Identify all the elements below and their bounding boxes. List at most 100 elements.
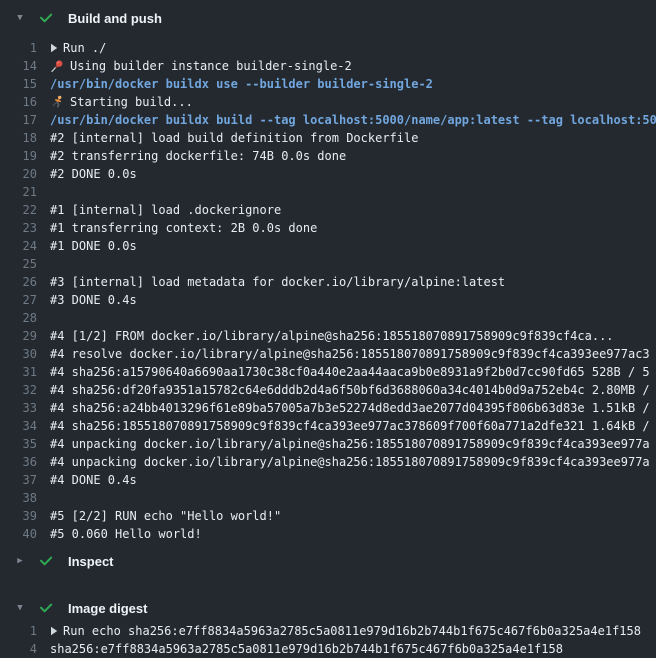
log-section-inspect: ▶ Inspect — [0, 547, 656, 575]
log-line: 26#3 [internal] load metadata for docker… — [0, 273, 656, 291]
line-number[interactable]: 1 — [0, 622, 37, 640]
log-line: 22#1 [internal] load .dockerignore — [0, 201, 656, 219]
log-section-image-digest: ▼ Image digest 1Run echo sha256:e7ff8834a5… — [0, 594, 656, 658]
log-text: #1 DONE 0.0s — [37, 237, 656, 255]
log-line: 31#4 sha256:a15790640a6690aa1730c38cf0a4… — [0, 363, 656, 381]
step-title-inspect: Inspect — [68, 554, 114, 569]
log-line: 27#3 DONE 0.4s — [0, 291, 656, 309]
log-text: #2 transferring dockerfile: 74B 0.0s don… — [37, 147, 656, 165]
line-number[interactable]: 40 — [0, 525, 37, 543]
log-line: 40#5 0.060 Hello world! — [0, 525, 656, 543]
log-text: #2 [internal] load build definition from… — [37, 129, 656, 147]
log-text: Starting build... — [37, 93, 656, 111]
workflow-log-viewer: ▼Build and push1Run ./14Using builder in… — [0, 0, 656, 658]
log-line: 35#4 unpacking docker.io/library/alpine@… — [0, 435, 656, 453]
line-number[interactable]: 39 — [0, 507, 37, 525]
pushpin-icon — [50, 59, 70, 73]
log-text: #3 [internal] load metadata for docker.i… — [37, 273, 656, 291]
line-number[interactable]: 32 — [0, 381, 37, 399]
log-line: 1Run ./ — [0, 39, 656, 57]
line-number[interactable]: 33 — [0, 399, 37, 417]
line-number[interactable]: 21 — [0, 183, 37, 201]
log-command-text: /usr/bin/docker buildx build --tag local… — [37, 111, 656, 129]
log-line: 36#4 unpacking docker.io/library/alpine@… — [0, 453, 656, 471]
line-number[interactable]: 34 — [0, 417, 37, 435]
line-number[interactable]: 15 — [0, 75, 37, 93]
log-text — [37, 183, 656, 201]
log-text: #4 resolve docker.io/library/alpine@sha2… — [37, 345, 656, 363]
expand-group-icon[interactable] — [50, 626, 58, 636]
chevron-down-icon[interactable]: ▼ — [14, 604, 26, 613]
log-text: Run echo sha256:e7ff8834a5963a2785c5a081… — [37, 622, 656, 640]
log-text: #4 sha256:a15790640a6690aa1730c38cf0a440… — [37, 363, 656, 381]
runner-icon — [50, 95, 70, 109]
step-log-image-digest: 1Run echo sha256:e7ff8834a5963a2785c5a08… — [0, 622, 656, 658]
log-text — [37, 309, 656, 327]
line-number[interactable]: 27 — [0, 291, 37, 309]
log-text: #3 DONE 0.4s — [37, 291, 656, 309]
success-check-icon — [38, 10, 54, 26]
line-number[interactable]: 29 — [0, 327, 37, 345]
log-text: #5 [2/2] RUN echo "Hello world!" — [37, 507, 656, 525]
log-line: 15/usr/bin/docker buildx use --builder b… — [0, 75, 656, 93]
log-section-build-and-push: ▼ Build and push 1Run ./14Using builder in… — [0, 4, 656, 543]
log-line: 18#2 [internal] load build definition fr… — [0, 129, 656, 147]
expand-group-icon[interactable] — [50, 43, 58, 53]
line-number[interactable]: 25 — [0, 255, 37, 273]
line-number[interactable]: 30 — [0, 345, 37, 363]
chevron-right-icon[interactable]: ▶ — [14, 557, 26, 566]
log-line: 37#4 DONE 0.4s — [0, 471, 656, 489]
log-line: 34#4 sha256:185518070891758909c9f839cf4c… — [0, 417, 656, 435]
log-line: 32#4 sha256:df20fa9351a15782c64e6dddb2d4… — [0, 381, 656, 399]
success-check-icon — [38, 600, 54, 616]
log-line: 4sha256:e7ff8834a5963a2785c5a0811e979d16… — [0, 640, 656, 658]
log-text: #1 [internal] load .dockerignore — [37, 201, 656, 219]
success-check-icon — [38, 553, 54, 569]
log-line: 38 — [0, 489, 656, 507]
log-line: 1Run echo sha256:e7ff8834a5963a2785c5a08… — [0, 622, 656, 640]
line-number[interactable]: 17 — [0, 111, 37, 129]
log-text: #1 transferring context: 2B 0.0s done — [37, 219, 656, 237]
log-line: 25 — [0, 255, 656, 273]
log-text: sha256:e7ff8834a5963a2785c5a0811e979d16b… — [37, 640, 656, 658]
log-line: 17/usr/bin/docker buildx build --tag loc… — [0, 111, 656, 129]
line-number[interactable]: 36 — [0, 453, 37, 471]
line-number[interactable]: 4 — [0, 640, 37, 658]
step-title-build-and-push: Build and push — [68, 11, 162, 26]
line-number[interactable]: 1 — [0, 39, 37, 57]
line-number[interactable]: 24 — [0, 237, 37, 255]
step-title-image-digest: Image digest — [68, 601, 147, 616]
log-line: 39#5 [2/2] RUN echo "Hello world!" — [0, 507, 656, 525]
log-line: 14Using builder instance builder-single-… — [0, 57, 656, 75]
log-text: #4 sha256:185518070891758909c9f839cf4ca3… — [37, 417, 656, 435]
line-number[interactable]: 38 — [0, 489, 37, 507]
chevron-down-icon[interactable]: ▼ — [14, 14, 26, 23]
line-number[interactable]: 28 — [0, 309, 37, 327]
step-header-build-and-push[interactable]: ▼ Build and push — [0, 4, 656, 32]
log-command-text: /usr/bin/docker buildx use --builder bui… — [37, 75, 656, 93]
line-number[interactable]: 16 — [0, 93, 37, 111]
line-number[interactable]: 37 — [0, 471, 37, 489]
log-line: 19#2 transferring dockerfile: 74B 0.0s d… — [0, 147, 656, 165]
line-number[interactable]: 26 — [0, 273, 37, 291]
log-line: 16Starting build... — [0, 93, 656, 111]
step-header-inspect[interactable]: ▶ Inspect — [0, 547, 656, 575]
log-text: Run ./ — [37, 39, 656, 57]
log-text — [37, 489, 656, 507]
log-line: 30#4 resolve docker.io/library/alpine@sh… — [0, 345, 656, 363]
step-header-image-digest[interactable]: ▼ Image digest — [0, 594, 656, 622]
line-number[interactable]: 31 — [0, 363, 37, 381]
log-text — [37, 255, 656, 273]
log-text: #2 DONE 0.0s — [37, 165, 656, 183]
step-log-build-and-push: 1Run ./14Using builder instance builder-… — [0, 39, 656, 543]
log-text: #4 sha256:a24bb4013296f61e89ba57005a7b3e… — [37, 399, 656, 417]
line-number[interactable]: 22 — [0, 201, 37, 219]
line-number[interactable]: 35 — [0, 435, 37, 453]
line-number[interactable]: 18 — [0, 129, 37, 147]
line-number[interactable]: 20 — [0, 165, 37, 183]
log-text: #4 [1/2] FROM docker.io/library/alpine@s… — [37, 327, 656, 345]
line-number[interactable]: 19 — [0, 147, 37, 165]
line-number[interactable]: 14 — [0, 57, 37, 75]
line-number[interactable]: 23 — [0, 219, 37, 237]
log-line: 24#1 DONE 0.0s — [0, 237, 656, 255]
